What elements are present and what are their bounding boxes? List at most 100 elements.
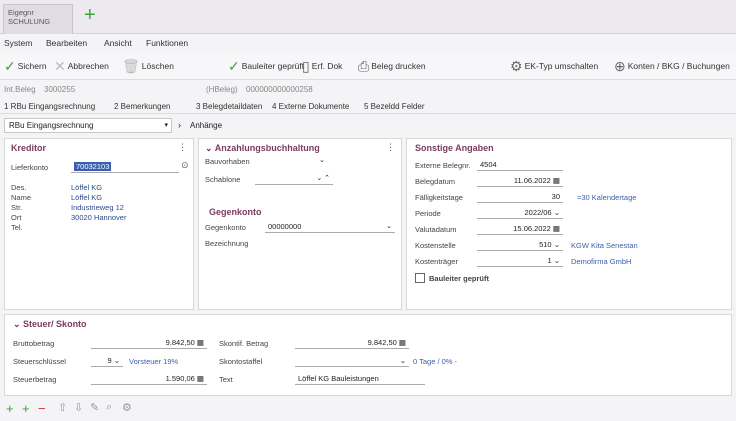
- chevron-right-icon[interactable]: ›: [178, 120, 181, 130]
- kostenstelle-input[interactable]: 510 ⌄: [477, 239, 563, 251]
- bruttobetrag-value: 9.842,50: [165, 338, 195, 347]
- des-label: Des.: [11, 183, 27, 192]
- delete-row-button[interactable]: −: [38, 401, 46, 416]
- bruttobetrag-input[interactable]: 9.842,50 ▦: [91, 337, 207, 349]
- skontostaffel-input[interactable]: ⌄: [295, 355, 409, 367]
- bauleiter-checkbox[interactable]: [415, 273, 425, 283]
- kostenstelle-value: 510: [539, 240, 552, 249]
- anzahlung-header[interactable]: ⌄ Anzahlungsbuchhaltung: [205, 143, 320, 154]
- tab-externe-dokumente[interactable]: 4 Externe Dokumente: [272, 102, 349, 111]
- text-label: Text: [219, 375, 233, 384]
- tel-label: Tel.: [11, 223, 23, 232]
- valutadatum-input[interactable]: 15.06.2022 ▦: [477, 223, 563, 235]
- faelligkeit-label: Fälligkeitstage: [415, 193, 463, 202]
- anhaenge-label[interactable]: Anhänge: [190, 121, 222, 130]
- skonti-input[interactable]: 9.842,50 ▦: [295, 337, 409, 349]
- faelligkeit-input[interactable]: 30: [477, 191, 563, 203]
- search-icon[interactable]: ⊙: [181, 160, 189, 171]
- text-input[interactable]: Löffel KG Bauleistungen: [295, 373, 425, 385]
- steuerbetrag-input[interactable]: 1.590,06 ▦: [91, 373, 207, 385]
- chevron-down-icon: ⌄: [553, 256, 560, 265]
- tab-schulung[interactable]: Eigegnr SCHULUNG: [3, 4, 73, 34]
- gear-icon[interactable]: ⚙: [122, 401, 132, 414]
- belegart-select[interactable]: RBu Eingangsrechnung ▾: [4, 118, 172, 133]
- sichern-button[interactable]: ✓ Sichern: [4, 56, 47, 76]
- ort-label: Ort: [11, 213, 22, 222]
- name-value: Löffel KG: [71, 193, 103, 202]
- skonti-label: Skontif. Betrag: [219, 339, 269, 348]
- bauvorhaben-label: Bauvorhaben: [205, 157, 250, 166]
- kostentraeger-input[interactable]: 1 ⌄: [477, 255, 563, 267]
- up-icon[interactable]: ⇧: [58, 401, 67, 414]
- chevron-down-icon: ▾: [164, 122, 168, 129]
- tab-bemerkungen[interactable]: 2 Bemerkungen: [114, 102, 170, 111]
- belegdatum-value: 11.06.2022: [513, 176, 551, 185]
- selector-row: RBu Eingangsrechnung ▾ › Anhänge: [0, 118, 736, 134]
- bottom-bar: + + − ⇧ ⇩ ✎ ⌕ ⚙: [0, 398, 736, 421]
- faelligkeit-extra: =30 Kalendertage: [577, 193, 637, 202]
- search-icon[interactable]: ⌕: [106, 401, 112, 414]
- more-icon[interactable]: ⋮: [178, 142, 187, 153]
- ort-value: 30020 Hannover: [71, 213, 127, 222]
- tab-rbu[interactable]: 1 RBu Eingangsrechnung: [4, 102, 95, 111]
- menu-bearbeiten[interactable]: Bearbeiten: [46, 38, 87, 48]
- ek-typ-button[interactable]: ⚙ EK-Typ umschalten: [510, 56, 598, 76]
- erf-dok-button[interactable]: ▯ Erf. Dok: [302, 56, 342, 76]
- steuerschl-input[interactable]: 9 ⌄: [91, 355, 123, 367]
- chevron-down-icon: ⌄: [113, 356, 120, 365]
- skontostaffel-value: 0 Tage / 0% -: [413, 357, 458, 366]
- steuerschl-value: 9: [107, 356, 112, 365]
- loeschen-button[interactable]: 🗑 Löschen: [122, 56, 174, 76]
- str-label: Str.: [11, 203, 23, 212]
- chevron-down-icon[interactable]: ⌄: [319, 156, 325, 164]
- abbrechen-button[interactable]: ✕ Abbrechen: [54, 56, 109, 76]
- gegenkonto-value: 00000000: [268, 222, 302, 231]
- periode-input[interactable]: 2022/06 ⌄: [477, 207, 563, 219]
- chevron-down-icon: ⌄: [205, 143, 215, 153]
- anzahlung-title: Anzahlungsbuchhaltung: [214, 143, 320, 153]
- tab-belegdetail[interactable]: 3 Belegdetaildaten: [196, 102, 262, 111]
- chevron-down-icon: ⌄: [399, 356, 406, 365]
- kostentraeger-extra[interactable]: Demofirma GmbH: [571, 257, 631, 266]
- schablone-input[interactable]: ⌄ ⌃: [255, 173, 333, 185]
- text-value: Löffel KG Bauleistungen: [298, 374, 379, 383]
- more-icon[interactable]: ⋮: [386, 142, 395, 153]
- konten-button[interactable]: ⊕ Konten / BKG / Buchungen: [614, 56, 730, 76]
- valutadatum-value: 15.06.2022: [513, 224, 551, 233]
- belegdatum-input[interactable]: 11.06.2022 ▦: [477, 175, 563, 187]
- lieferkonto-label: Lieferkonto: [11, 163, 49, 172]
- add-row-button[interactable]: +: [6, 401, 14, 416]
- lieferkonto-input[interactable]: 70032103: [71, 161, 179, 173]
- steuer-header[interactable]: ⌄ Steuer/ Skonto: [13, 319, 87, 330]
- down-icon[interactable]: ⇩: [74, 401, 83, 414]
- menu-ansicht[interactable]: Ansicht: [104, 38, 132, 48]
- bauleiter-button[interactable]: ✓ Bauleiter geprüft: [228, 56, 304, 76]
- calendar-icon: ▦: [552, 176, 560, 185]
- insert-row-button[interactable]: +: [22, 401, 30, 416]
- schablone-label: Schablone: [205, 175, 241, 184]
- sonstige-panel: Sonstige Angaben Externe Belegnr. 4504 B…: [406, 138, 732, 310]
- externe-belegnr-input[interactable]: 4504: [477, 159, 563, 171]
- chevron-down-icon: ⌄ ⌃: [316, 175, 330, 182]
- calculator-icon: ▦: [196, 338, 204, 347]
- beleg-drucken-button[interactable]: ⎙ Beleg drucken: [358, 56, 426, 76]
- menu-funktionen[interactable]: Funktionen: [146, 38, 188, 48]
- vorsteuer-label: Vorsteuer 19%: [129, 357, 179, 366]
- steuerbetrag-value: 1.590,06: [165, 374, 195, 383]
- tab-felder[interactable]: 5 Bezeldd Felder: [364, 102, 424, 111]
- gegenkonto-input[interactable]: 00000000 ⌄: [265, 221, 395, 233]
- kostentraeger-label: Kostenträger: [415, 257, 458, 266]
- pencil-icon[interactable]: ✎: [90, 401, 99, 414]
- lieferkonto-value: 70032103: [74, 162, 112, 171]
- beleg-drucken-label: Beleg drucken: [371, 61, 426, 71]
- kostenstelle-extra[interactable]: KGW Kita Senestan: [571, 241, 638, 250]
- menu-system[interactable]: System: [4, 38, 32, 48]
- plus-circle-icon: ⊕: [614, 57, 626, 74]
- add-tab-button[interactable]: +: [84, 4, 96, 26]
- hbeleg-label: (HBeleg): [206, 85, 238, 94]
- ek-typ-label: EK-Typ umschalten: [524, 61, 599, 71]
- check-icon: ✓: [4, 57, 16, 74]
- check-icon: ✓: [228, 57, 240, 74]
- gear-icon: ⚙: [510, 57, 523, 74]
- steuer-panel: ⌄ Steuer/ Skonto Bruttobetrag 9.842,50 ▦…: [4, 314, 732, 396]
